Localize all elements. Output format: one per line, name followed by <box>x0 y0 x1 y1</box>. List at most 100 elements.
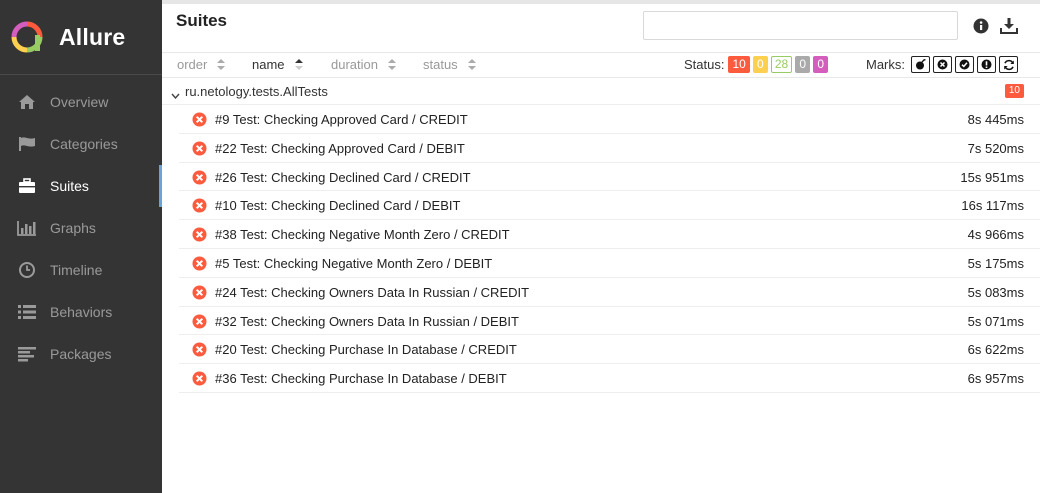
sidebar-item-behaviors[interactable]: Behaviors <box>0 291 162 333</box>
test-row[interactable]: #38 Test: Checking Negative Month Zero /… <box>179 220 1040 249</box>
sort-icon <box>467 59 476 70</box>
sort-asc-icon <box>294 59 303 70</box>
test-name: #22 Test: Checking Approved Card / DEBIT <box>215 140 465 156</box>
test-row[interactable]: #24 Test: Checking Owners Data In Russia… <box>179 278 1040 307</box>
search-input[interactable] <box>643 11 958 40</box>
suite-group-row[interactable]: ru.netology.tests.AllTests 10 <box>162 78 1040 105</box>
sort-icon <box>387 59 396 70</box>
home-icon <box>17 92 37 112</box>
failed-status-icon <box>192 141 207 159</box>
test-row[interactable]: #9 Test: Checking Approved Card / CREDIT… <box>179 105 1040 134</box>
sidebar-item-categories[interactable]: Categories <box>0 123 162 165</box>
sort-label: order <box>177 57 208 72</box>
test-name: #32 Test: Checking Owners Data In Russia… <box>215 313 519 329</box>
test-duration: 6s 957ms <box>967 371 1024 387</box>
test-list: #9 Test: Checking Approved Card / CREDIT… <box>179 105 1040 393</box>
failed-status-icon <box>192 170 207 188</box>
failed-status-icon <box>192 314 207 332</box>
new-broken-icon[interactable] <box>977 56 996 73</box>
sidebar-item-label: Overview <box>50 94 109 110</box>
sidebar-nav: Overview Categories Suites Graphs Timeli… <box>0 81 162 375</box>
status-badge-skipped[interactable]: 0 <box>795 56 811 73</box>
test-name: #38 Test: Checking Negative Month Zero /… <box>215 227 510 243</box>
test-duration: 16s 117ms <box>961 198 1024 214</box>
briefcase-icon <box>17 176 37 196</box>
brand-name: Allure <box>59 23 126 50</box>
test-duration: 4s 966ms <box>967 227 1024 243</box>
list-icon <box>17 302 37 322</box>
brand[interactable]: Allure <box>0 0 162 75</box>
align-left-icon <box>17 344 37 364</box>
test-name: #26 Test: Checking Declined Card / CREDI… <box>215 169 471 185</box>
failed-status-icon <box>192 112 207 130</box>
sort-name[interactable]: name <box>252 57 303 72</box>
test-row[interactable]: #5 Test: Checking Negative Month Zero / … <box>179 249 1040 278</box>
sidebar-item-label: Categories <box>50 136 118 152</box>
sort-label: duration <box>331 57 378 72</box>
sort-order[interactable]: order <box>177 57 226 72</box>
status-badge-passed[interactable]: 28 <box>770 56 793 73</box>
test-name: #36 Test: Checking Purchase In Database … <box>215 371 507 387</box>
test-duration: 8s 445ms <box>967 112 1024 127</box>
test-duration: 7s 520ms <box>967 140 1024 156</box>
test-name: #5 Test: Checking Negative Month Zero / … <box>215 255 493 271</box>
toolbar: order name duration status Status: 10 0 … <box>162 52 1040 78</box>
status-filter: Status: 10 0 28 0 0 <box>684 56 831 73</box>
test-row[interactable]: #32 Test: Checking Owners Data In Russia… <box>179 307 1040 336</box>
test-duration: 5s 175ms <box>967 255 1024 271</box>
sidebar-item-label: Packages <box>50 346 112 362</box>
sidebar-item-packages[interactable]: Packages <box>0 333 162 375</box>
test-duration: 5s 071ms <box>967 313 1024 329</box>
test-row[interactable]: #10 Test: Checking Declined Card / DEBIT… <box>179 191 1040 221</box>
sidebar-item-graphs[interactable]: Graphs <box>0 207 162 249</box>
sidebar-item-label: Graphs <box>50 220 96 236</box>
flag-icon <box>17 134 37 154</box>
sort-label: status <box>423 57 458 72</box>
new-passed-icon[interactable] <box>955 56 974 73</box>
sidebar-item-suites[interactable]: Suites <box>0 165 162 207</box>
failed-status-icon <box>192 342 207 360</box>
sort-status[interactable]: status <box>423 57 476 72</box>
info-icon[interactable] <box>970 15 992 37</box>
test-name: #24 Test: Checking Owners Data In Russia… <box>215 284 530 300</box>
chevron-down-icon <box>171 87 180 102</box>
bar-chart-icon <box>17 218 37 238</box>
sidebar: Allure Overview Categories Suites Graphs <box>0 0 162 493</box>
failed-status-icon <box>192 256 207 274</box>
test-duration: 5s 083ms <box>967 284 1024 300</box>
status-badge-unknown[interactable]: 0 <box>813 56 829 73</box>
test-row[interactable]: #22 Test: Checking Approved Card / DEBIT… <box>179 134 1040 163</box>
test-row[interactable]: #36 Test: Checking Purchase In Database … <box>179 364 1040 393</box>
status-badge-failed[interactable]: 10 <box>728 56 750 73</box>
sort-duration[interactable]: duration <box>331 57 396 72</box>
test-row[interactable]: #26 Test: Checking Declined Card / CREDI… <box>179 163 1040 192</box>
suite-failed-count-badge: 10 <box>1004 84 1024 98</box>
suite-name: ru.netology.tests.AllTests <box>185 84 328 99</box>
sort-label: name <box>252 57 285 72</box>
sidebar-item-overview[interactable]: Overview <box>0 81 162 123</box>
main-panel: Suites order name duration status Status… <box>162 0 1040 493</box>
sidebar-item-timeline[interactable]: Timeline <box>0 249 162 291</box>
sidebar-item-label: Timeline <box>50 262 103 278</box>
sidebar-item-label: Behaviors <box>50 304 113 320</box>
failed-status-icon <box>192 227 207 245</box>
failed-status-icon <box>192 285 207 303</box>
test-duration: 6s 622ms <box>967 342 1024 358</box>
test-name: #20 Test: Checking Purchase In Database … <box>215 342 517 358</box>
marks-label: Marks: <box>866 57 905 72</box>
status-label: Status: <box>684 57 725 72</box>
download-icon[interactable] <box>998 15 1020 37</box>
allure-logo-icon <box>11 21 43 53</box>
retries-icon[interactable] <box>999 56 1018 73</box>
sidebar-item-label: Suites <box>50 178 89 194</box>
marks-filter: Marks: <box>866 56 1018 73</box>
test-duration: 15s 951ms <box>960 169 1024 185</box>
header: Suites <box>162 4 1040 52</box>
test-name: #9 Test: Checking Approved Card / CREDIT <box>215 112 468 127</box>
failed-status-icon <box>192 198 207 216</box>
test-row[interactable]: #20 Test: Checking Purchase In Database … <box>179 335 1040 365</box>
status-badge-broken[interactable]: 0 <box>752 56 768 73</box>
flaky-icon[interactable] <box>911 56 930 73</box>
failed-status-icon <box>192 371 207 389</box>
new-failed-icon[interactable] <box>933 56 952 73</box>
